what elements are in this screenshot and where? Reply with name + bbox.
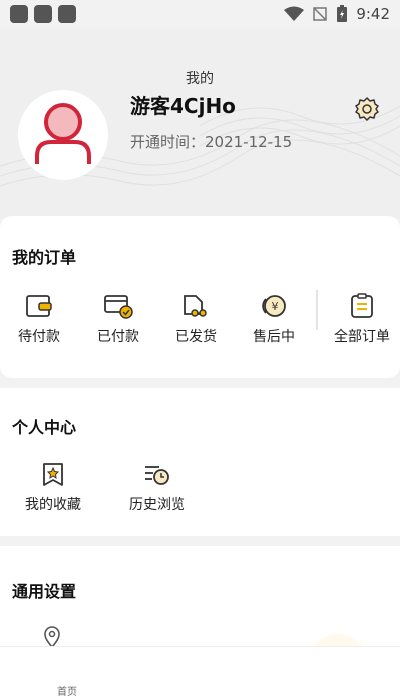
scroll-divider	[316, 290, 322, 330]
wifi-icon	[284, 6, 305, 21]
browsing-history[interactable]: 历史浏览	[117, 462, 197, 514]
truck-icon	[184, 295, 207, 317]
order-pending-payment[interactable]: 待付款	[4, 292, 74, 346]
notification-icon	[10, 5, 28, 23]
general-settings-card: 通用设置	[0, 546, 400, 648]
history-icon	[145, 466, 169, 485]
order-item-label: 全部订单	[334, 329, 390, 345]
orders-card: 我的订单 待付款 已付款 已发货 ¥ 售后中 全部订单	[0, 216, 400, 378]
location-pin-icon[interactable]	[42, 626, 62, 648]
avatar[interactable]	[18, 90, 108, 180]
order-item-label: 已付款	[97, 329, 139, 345]
order-after-sales[interactable]: ¥ 售后中	[239, 292, 309, 346]
username: 游客4CjHo	[130, 94, 236, 118]
gear-icon	[355, 97, 379, 121]
status-bar: 9:42	[0, 0, 400, 28]
order-shipped[interactable]: 已发货	[161, 292, 231, 346]
join-date: 开通时间：2021-12-15	[130, 133, 293, 151]
personal-item-label: 我的收藏	[25, 497, 81, 513]
list-icon	[351, 293, 373, 318]
yuan-coin-icon: ¥	[262, 295, 286, 317]
order-all[interactable]: 全部订单	[327, 292, 397, 346]
no-signal-icon	[313, 7, 328, 21]
order-item-label: 售后中	[253, 329, 295, 345]
nav-home[interactable]: 首页	[57, 683, 77, 698]
notification-icons	[10, 5, 76, 23]
personal-title: 个人中心	[12, 418, 77, 437]
notification-icon	[58, 5, 76, 23]
order-paid[interactable]: 已付款	[83, 292, 153, 346]
my-favorites[interactable]: 我的收藏	[13, 462, 93, 514]
user-avatar-icon	[35, 103, 91, 164]
clock: 9:42	[356, 5, 390, 23]
settings-title: 通用设置	[12, 582, 77, 601]
wallet-icon	[26, 295, 52, 317]
card-check-icon	[104, 295, 133, 319]
bookmark-star-icon	[43, 463, 63, 486]
orders-title: 我的订单	[12, 248, 77, 267]
personal-center-card: 个人中心 我的收藏 历史浏览	[0, 388, 400, 536]
personal-item-label: 历史浏览	[129, 497, 185, 513]
notification-icon	[34, 5, 52, 23]
settings-button[interactable]	[354, 96, 380, 122]
order-item-label: 待付款	[18, 329, 60, 345]
battery-icon	[337, 5, 348, 22]
svg-text:¥: ¥	[272, 300, 279, 313]
bottom-nav: 首页	[0, 646, 400, 700]
page-title: 我的	[186, 71, 214, 87]
order-item-label: 已发货	[175, 329, 217, 345]
